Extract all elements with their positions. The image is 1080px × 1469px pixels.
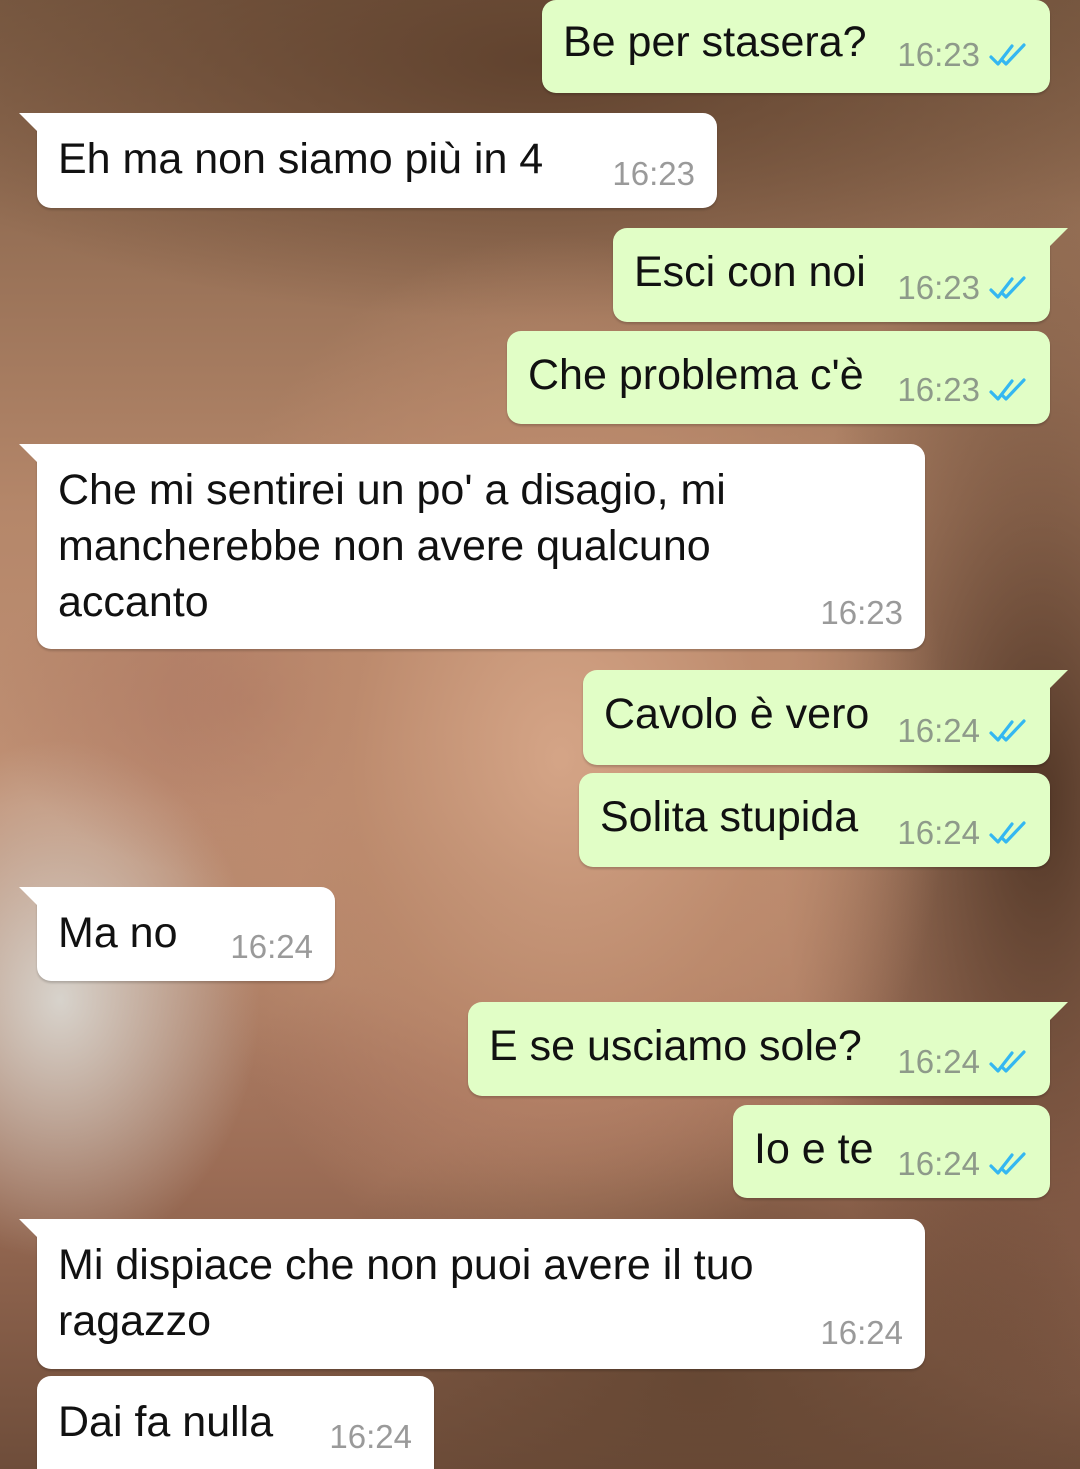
message-bubble-incoming[interactable]: Che mi sentirei un po' a disagio, mi man… bbox=[19, 444, 925, 649]
message-bubble-outgoing[interactable]: Cavolo è vero 16:24 bbox=[583, 670, 1068, 765]
message-meta: 16:24 bbox=[897, 1044, 1030, 1080]
message-time: 16:24 bbox=[897, 1145, 980, 1182]
double-check-icon bbox=[989, 378, 1026, 401]
message-time: 16:24 bbox=[230, 928, 313, 965]
message-text: Che problema c'è bbox=[528, 351, 864, 399]
message-bubble-outgoing[interactable]: Solita stupida 16:24 bbox=[579, 773, 1050, 867]
message-bubble-outgoing[interactable]: Io e te 16:24 bbox=[733, 1105, 1050, 1198]
message-bubble-incoming[interactable]: Ma no 16:24 bbox=[19, 887, 335, 981]
message-text: Esci con noi bbox=[634, 248, 866, 296]
double-check-icon bbox=[989, 719, 1026, 742]
message-meta: 16:23 bbox=[897, 372, 1030, 408]
double-check-icon bbox=[989, 1050, 1026, 1073]
message-bubble-outgoing[interactable]: Be per stasera? 16:23 bbox=[542, 0, 1050, 93]
message-meta: 16:24 bbox=[820, 1315, 903, 1351]
message-time: 16:24 bbox=[897, 1043, 980, 1080]
message-text: Mi dispiace che non puoi avere il tuo ra… bbox=[58, 1241, 754, 1345]
message-text: Solita stupida bbox=[600, 793, 859, 841]
message-meta: 16:24 bbox=[329, 1419, 412, 1455]
message-time: 16:23 bbox=[612, 155, 695, 192]
message-text: Io e te bbox=[754, 1125, 874, 1173]
double-check-icon bbox=[989, 1152, 1026, 1175]
message-time: 16:23 bbox=[897, 36, 980, 73]
message-time: 16:24 bbox=[897, 712, 980, 749]
message-text: Che mi sentirei un po' a disagio, mi man… bbox=[58, 466, 726, 626]
message-time: 16:23 bbox=[820, 594, 903, 631]
message-text: Ma no bbox=[58, 909, 178, 957]
message-text: Dai fa nulla bbox=[58, 1398, 274, 1446]
message-text: Be per stasera? bbox=[563, 18, 867, 66]
message-text: E se usciamo sole? bbox=[489, 1022, 862, 1070]
message-meta: 16:24 bbox=[897, 815, 1030, 851]
chat-thread[interactable]: Be per stasera? 16:23 Eh ma non siamo pi… bbox=[0, 0, 1080, 1469]
message-bubble-outgoing[interactable]: Esci con noi 16:23 bbox=[613, 228, 1068, 322]
message-bubble-incoming[interactable]: Mi dispiace che non puoi avere il tuo ra… bbox=[19, 1219, 925, 1369]
double-check-icon bbox=[989, 821, 1026, 844]
message-bubble-incoming[interactable]: Dai fa nulla 16:24 bbox=[37, 1376, 434, 1469]
message-meta: 16:23 bbox=[820, 595, 903, 631]
message-time: 16:23 bbox=[897, 269, 980, 306]
message-meta: 16:23 bbox=[612, 156, 695, 192]
message-bubble-outgoing[interactable]: E se usciamo sole? 16:24 bbox=[468, 1002, 1068, 1096]
message-text: Eh ma non siamo più in 4 bbox=[58, 135, 544, 183]
message-time: 16:24 bbox=[820, 1314, 903, 1351]
message-meta: 16:24 bbox=[230, 929, 313, 965]
message-time: 16:24 bbox=[897, 814, 980, 851]
message-time: 16:24 bbox=[329, 1418, 412, 1455]
message-bubble-incoming[interactable]: Eh ma non siamo più in 4 16:23 bbox=[19, 113, 717, 208]
message-text: Cavolo è vero bbox=[604, 690, 870, 738]
message-meta: 16:24 bbox=[897, 713, 1030, 749]
message-meta: 16:24 bbox=[897, 1146, 1030, 1182]
message-meta: 16:23 bbox=[897, 37, 1030, 73]
double-check-icon bbox=[989, 276, 1026, 299]
message-time: 16:23 bbox=[897, 371, 980, 408]
message-meta: 16:23 bbox=[897, 270, 1030, 306]
double-check-icon bbox=[989, 43, 1026, 66]
message-bubble-outgoing[interactable]: Che problema c'è 16:23 bbox=[507, 331, 1050, 424]
